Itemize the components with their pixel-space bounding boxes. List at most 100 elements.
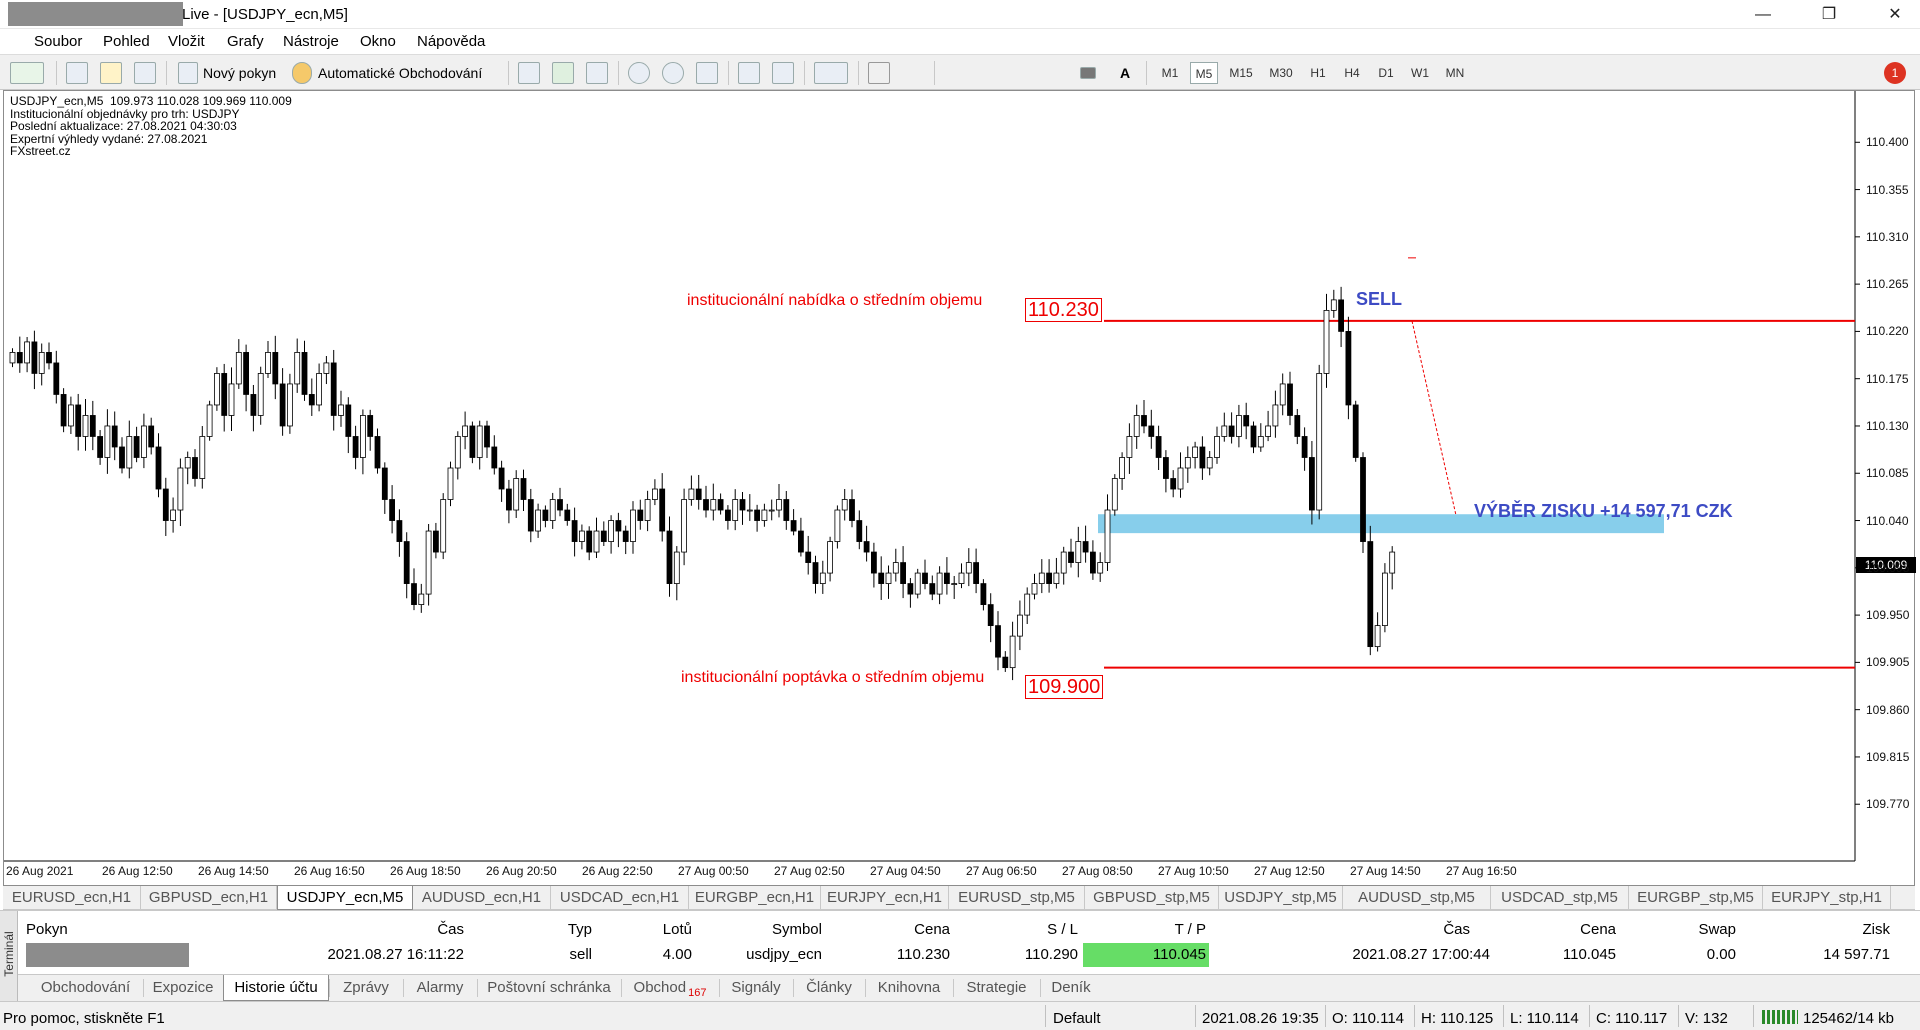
timeframe-mn-button[interactable]: MN [1440,62,1470,84]
indicators-icon[interactable] [814,62,848,84]
chart-tab[interactable]: EURUSD_stp,M5 [949,886,1085,910]
candle-body [1031,583,1038,595]
timeframe-h4-button[interactable]: H4 [1338,62,1366,84]
chart-tab[interactable]: GBPUSD_stp,M5 [1085,886,1219,910]
terminal-tab[interactable]: Strategie [953,975,1040,1001]
terminal-tab-label: Obchodování [40,979,131,996]
menu-window[interactable]: Okno [360,33,396,50]
terminal-tab[interactable]: Obchod 167 [621,975,719,1001]
col-open-time[interactable]: Čas [390,921,464,938]
cursor-icon[interactable] [868,62,890,84]
search-icon[interactable] [1846,62,1868,84]
chart-shift-icon[interactable] [772,62,794,84]
cell-tp: 110.045 [1152,946,1206,963]
chart-tab[interactable]: USDJPY_stp,M5 [1219,886,1343,910]
menu-help[interactable]: Nápověda [417,33,485,50]
chart-tab[interactable]: EURGBP_stp,M5 [1629,886,1763,910]
terminal-tab[interactable]: Expozice [143,975,223,1001]
candle-body [75,404,82,437]
minimize-button[interactable]: — [1740,0,1786,29]
cell-type: sell [569,946,592,963]
terminal-tab[interactable]: Poštovní schránka [477,975,621,1001]
candle-body [871,551,877,574]
menu-tools[interactable]: Nástroje [283,33,339,50]
col-tp[interactable]: T / P [1140,921,1206,938]
auto-trading-icon[interactable] [292,62,312,84]
timeframe-w1-button[interactable]: W1 [1406,62,1434,84]
col-close-price[interactable]: Cena [1530,921,1616,938]
market-watch-icon[interactable] [66,62,88,84]
candle-body [878,572,885,584]
new-chart-icon[interactable] [10,62,44,84]
notifications-badge[interactable]: 1 [1884,62,1906,84]
chart-tab[interactable]: EURJPY_stp,H1 [1763,886,1891,910]
menu-charts[interactable]: Grafy [227,33,264,50]
restore-button[interactable]: ❐ [1806,0,1852,29]
menu-insert[interactable]: Vložit [168,33,205,50]
col-profit[interactable]: Zisk [1800,921,1891,938]
terminal-tab[interactable]: Alarmy [403,975,477,1001]
auto-scroll-icon[interactable] [738,62,760,84]
new-order-icon[interactable] [178,62,198,84]
timeframe-m30-button[interactable]: M30 [1264,62,1298,84]
terminal-tab[interactable]: Deník [1040,975,1102,1001]
candle-body [16,352,23,364]
line-chart-icon[interactable] [586,62,608,84]
text-tool-button[interactable]: A [1120,61,1130,85]
col-symbol[interactable]: Symbol [730,921,822,938]
auto-trading-button[interactable]: Automatické Obchodování [318,61,482,85]
terminal-tab[interactable]: Signály [719,975,793,1001]
terminal-tab[interactable]: Obchodování [28,975,143,1001]
close-button[interactable]: ✕ [1872,0,1918,29]
col-sl[interactable]: S / L [1010,921,1078,938]
candle-body [403,541,410,584]
chart-tab[interactable]: USDCAD_stp,M5 [1491,886,1629,910]
terminal-side-label[interactable]: Terminál [0,911,18,1002]
chart-tab[interactable]: USDCAD_ecn,H1 [551,886,689,910]
channel-icon[interactable] [1046,62,1068,84]
timeframe-m15-button[interactable]: M15 [1224,62,1258,84]
col-order[interactable]: Pokyn [26,921,68,938]
col-open-price[interactable]: Cena [880,921,950,938]
chart-tab[interactable]: USDJPY_ecn,M5 [277,886,413,910]
col-swap[interactable]: Swap [1660,921,1736,938]
terminal-tab[interactable]: Zprávy [329,975,403,1001]
zoom-out-icon[interactable] [662,62,684,84]
chart-tab[interactable]: AUDUSD_stp,M5 [1343,886,1491,910]
col-close-time[interactable]: Čas [1410,921,1470,938]
col-type[interactable]: Typ [540,921,592,938]
chart-tab[interactable]: EURGBP_ecn,H1 [689,886,821,910]
timeframe-m1-button[interactable]: M1 [1156,62,1184,84]
zoom-in-icon[interactable] [628,62,650,84]
timeframe-h1-button[interactable]: H1 [1304,62,1332,84]
timeframe-d1-button[interactable]: D1 [1372,62,1400,84]
menu-view[interactable]: Pohled [103,33,150,50]
bar-chart-icon[interactable] [518,62,540,84]
vertical-line-icon[interactable] [944,62,966,84]
new-order-button[interactable]: Nový pokyn [203,61,276,85]
rectangle-icon[interactable] [1080,67,1096,79]
price-chart[interactable]: USDJPY_ecn,M5 109.973 110.028 109.969 11… [3,90,1916,886]
trendline-icon[interactable] [1012,62,1034,84]
status-datetime: 2021.08.26 19:35 [1202,1010,1319,1027]
candlestick-icon[interactable] [552,62,574,84]
menu-file[interactable]: Soubor [34,33,82,50]
chart-tab[interactable]: EURJPY_ecn,H1 [821,886,949,910]
crosshair-icon[interactable] [902,62,924,84]
chart-tab[interactable]: EURUSD_ecn,H1 [3,886,141,910]
status-low: L: 110.114 [1510,1010,1579,1027]
horizontal-line-icon[interactable] [978,62,1000,84]
status-bar: Pro pomoc, stiskněte F1 Default 2021.08.… [0,1001,1920,1030]
timeframe-m5-button[interactable]: M5 [1190,62,1218,84]
terminal-icon[interactable] [134,62,156,84]
terminal-tab[interactable]: Články [793,975,865,1001]
terminal-tab[interactable]: Historie účtu [223,975,329,1001]
terminal-tab[interactable]: Knihovna [865,975,953,1001]
chart-tab[interactable]: AUDUSD_ecn,H1 [413,886,551,910]
status-close: C: 110.117 [1596,1010,1668,1027]
col-lots[interactable]: Lotů [630,921,692,938]
candle-body [1265,425,1271,437]
chart-tab[interactable]: GBPUSD_ecn,H1 [141,886,277,910]
tile-windows-icon[interactable] [696,62,718,84]
navigator-icon[interactable] [100,62,122,84]
